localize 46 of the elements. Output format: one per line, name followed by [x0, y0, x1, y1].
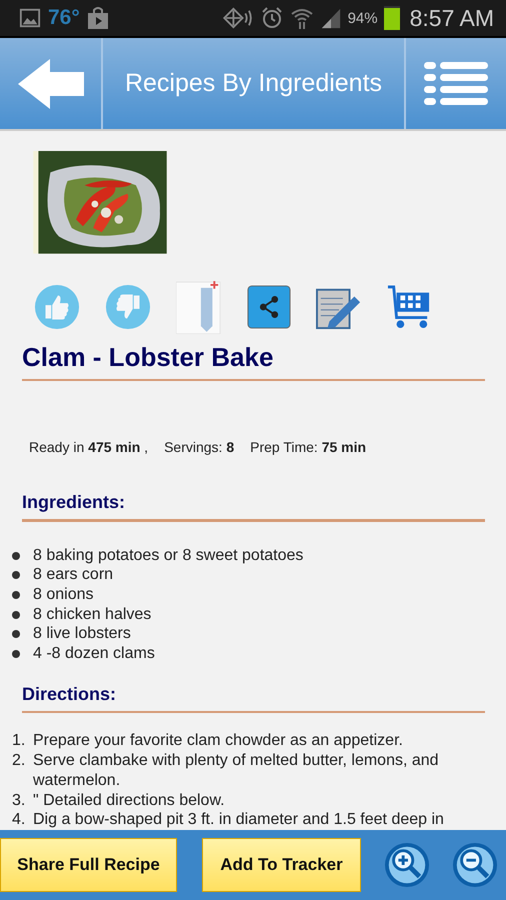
ingredient-text: 8 baking potatoes or 8 sweet potatoes [33, 546, 304, 565]
screen-title: Recipes By Ingredients [124, 68, 384, 99]
bullet-icon [12, 571, 20, 580]
recipe-info: Servings: 8 [164, 439, 234, 456]
recipe-info: Prep Time: 75 min [250, 439, 366, 456]
action-button[interactable]: Share Full Recipe [0, 838, 177, 892]
step-number: 2. [12, 751, 26, 772]
thumbs-down-icon[interactable] [105, 284, 151, 330]
ingredient-text: 8 live lobsters [33, 625, 131, 644]
zoom-in-icon[interactable] [384, 842, 430, 888]
step-text: Serve clambake with plenty of melted butter, lemons, and watermelon. [33, 751, 440, 791]
nfc-icon [222, 7, 254, 29]
step-number: 1. [12, 731, 26, 752]
bullet-icon [12, 591, 20, 599]
bullet-icon [12, 610, 20, 619]
temperature: 76° [48, 6, 80, 30]
gallery-icon [18, 7, 42, 29]
thumbs-up-icon[interactable] [34, 284, 80, 330]
wifi-icon [290, 6, 314, 30]
section-heading: Directions: [22, 684, 118, 705]
bullet-icon [12, 552, 20, 560]
section-heading: Ingredients: [22, 492, 126, 514]
ingredient-text: 4 -8 dozen clams [33, 645, 155, 664]
store-bag-icon [86, 6, 110, 30]
ingredient-text: 8 chicken halves [33, 606, 152, 624]
step-text: Prepare your favorite clam chowder as an appetizer. [33, 731, 404, 752]
recipe-title: Clam - Lobster Bake [22, 342, 274, 373]
ingredient-text: 8 onions [33, 586, 94, 604]
step-text: Dig a bow-shaped pit 3 ft. in diameter and 1.5 feet deep in [33, 810, 445, 830]
cart-icon[interactable] [387, 284, 431, 330]
bullet-icon [12, 650, 20, 658]
step-text: " Detailed directions below. [33, 790, 226, 810]
battery-icon [384, 6, 400, 30]
share-icon[interactable] [247, 284, 291, 329]
ingredient-text: 8 ears corn [33, 566, 114, 584]
zoom-out-icon[interactable] [452, 842, 498, 888]
bullet-icon [12, 630, 20, 638]
recipe-info: Ready in 475 min , [29, 439, 148, 456]
step-number: 3. [12, 790, 26, 810]
clock: 8:57 AM [410, 4, 494, 32]
action-button[interactable]: Add To Tracker [202, 838, 361, 892]
step-number: 4. [12, 810, 26, 830]
alarm-icon [260, 6, 284, 30]
battery-percent: 94% [348, 10, 378, 26]
menu-icon [424, 62, 488, 106]
back-arrow-icon [18, 58, 84, 108]
